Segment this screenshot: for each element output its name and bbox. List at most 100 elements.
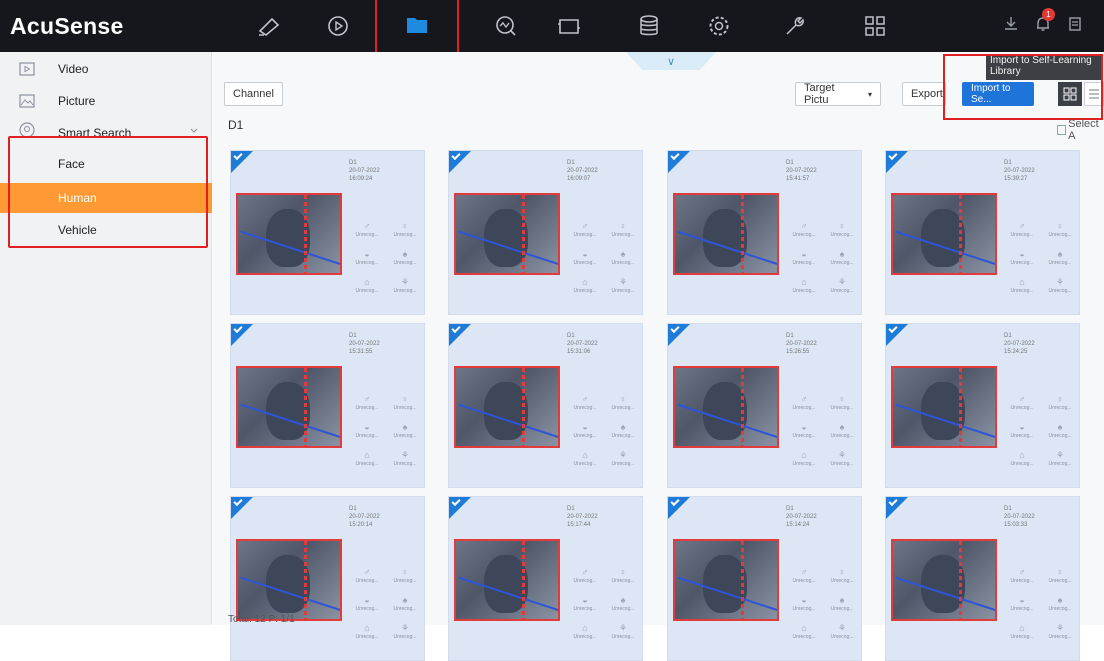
result-card[interactable]: D1 20-07-2022 15:20:14 ♂ Unrecog... ♀ Unrecog.…	[230, 496, 425, 661]
attribute-value: Unrecog...	[393, 634, 417, 640]
detection-boundary	[522, 195, 525, 273]
result-card[interactable]: D1 20-07-2022 15:03:33 ♂ Unrecog... ♀ Unrecog.…	[885, 496, 1080, 661]
attribute-icon: ◒	[364, 422, 370, 432]
card-attributes: ♂ Unrecog... ♀ Unrecog... ◒ Unrecog... ♠ Unreco…	[788, 394, 858, 478]
result-card[interactable]: D1 20-07-2022 15:24:25 ♂ Unrecog... ♀ Unrecog.…	[885, 323, 1080, 488]
human-thumbnail[interactable]	[891, 193, 997, 275]
attribute-value: Unrecog...	[611, 578, 635, 584]
result-card[interactable]: D1 20-07-2022 15:17:44 ♂ Unrecog... ♀ Unrecog.…	[448, 496, 643, 661]
selected-check-icon[interactable]	[886, 151, 908, 173]
detection-boundary	[304, 195, 307, 273]
download-button[interactable]	[1002, 15, 1020, 38]
attribute: ◒ Unrecog...	[569, 249, 601, 277]
attribute: ♠ Unrecog...	[1044, 422, 1076, 450]
detection-boundary	[959, 195, 962, 273]
human-thumbnail[interactable]	[236, 366, 342, 448]
attribute-value: Unrecog...	[573, 461, 597, 467]
attribute-value: Unrecog...	[1010, 260, 1034, 266]
attribute-value: Unrecog...	[1010, 461, 1034, 467]
result-card[interactable]: D1 20-07-2022 15:14:24 ♂ Unrecog... ♀ Unrecog.…	[667, 496, 862, 661]
card-date: 20-07-2022	[1004, 168, 1035, 174]
human-thumbnail[interactable]	[236, 539, 342, 621]
attribute-value: Unrecog...	[355, 433, 379, 439]
attribute: ⚘ Unrecog...	[607, 450, 639, 478]
sidebar-item-label: Vehicle	[58, 223, 97, 237]
attribute-value: Unrecog...	[1010, 634, 1034, 640]
account-button[interactable]	[1066, 15, 1084, 38]
human-thumbnail[interactable]	[891, 366, 997, 448]
sidebar-subitem-vehicle[interactable]: Vehicle	[0, 215, 212, 245]
result-card[interactable]: D1 20-07-2022 15:31:55 ♂ Unrecog... ♀ Unrecog.…	[230, 323, 425, 488]
nav-more[interactable]	[846, 0, 904, 52]
result-card[interactable]: D1 20-07-2022 15:41:57 ♂ Unrecog... ♀ Unrecog.…	[667, 150, 862, 315]
import-to-self-learning-button[interactable]: Import to Se...	[962, 82, 1034, 106]
selected-check-icon[interactable]	[231, 324, 253, 346]
attribute-value: Unrecog...	[1010, 578, 1034, 584]
selected-check-icon[interactable]	[449, 151, 471, 173]
attribute-row: ⌂ Unrecog... ⚘ Unrecog...	[1006, 450, 1076, 478]
human-thumbnail[interactable]	[454, 539, 560, 621]
selected-check-icon[interactable]	[668, 324, 690, 346]
select-all-checkbox[interactable]: Select A	[1057, 118, 1104, 142]
human-thumbnail[interactable]	[454, 366, 560, 448]
attribute-value: Unrecog...	[1048, 433, 1072, 439]
attribute-icon: ♀	[1056, 567, 1064, 577]
sidebar-subitem-face[interactable]: Face	[0, 149, 212, 179]
attribute-icon: ♀	[401, 221, 409, 231]
attribute-row: ⌂ Unrecog... ⚘ Unrecog...	[788, 277, 858, 305]
selected-check-icon[interactable]	[886, 324, 908, 346]
result-card[interactable]: D1 20-07-2022 15:39:27 ♂ Unrecog... ♀ Unrecog.…	[885, 150, 1080, 315]
human-thumbnail[interactable]	[673, 366, 779, 448]
nav-smart-analysis[interactable]	[477, 0, 535, 52]
attribute-icon: ◒	[364, 249, 370, 259]
nav-configuration[interactable]	[690, 0, 748, 52]
sidebar-subitem-human[interactable]: Human	[0, 183, 212, 213]
attribute: ⌂ Unrecog...	[1006, 277, 1038, 305]
attribute-icon: ⌂	[364, 277, 370, 287]
attribute: ⚘ Unrecog...	[607, 623, 639, 651]
export-button[interactable]: Export	[902, 82, 946, 106]
video-icon	[19, 62, 35, 76]
card-channel: D1	[349, 333, 357, 339]
notification-button[interactable]: 1	[1034, 7, 1055, 38]
sidebar-item-picture[interactable]: Picture	[0, 86, 212, 116]
detection-boundary	[304, 368, 307, 446]
nav-maintenance[interactable]	[766, 0, 824, 52]
nav-display[interactable]	[540, 0, 598, 52]
attribute: ⌂ Unrecog...	[569, 450, 601, 478]
card-time: 16:09:24	[349, 176, 373, 182]
channel-button[interactable]: Channel	[224, 82, 283, 106]
selected-check-icon[interactable]	[668, 497, 690, 519]
result-card[interactable]: D1 20-07-2022 16:09:24 ♂ Unrecog... ♀ Unrecog.…	[230, 150, 425, 315]
attribute-icon: ◒	[364, 595, 370, 605]
human-thumbnail[interactable]	[673, 193, 779, 275]
result-card[interactable]: D1 20-07-2022 15:31:06 ♂ Unrecog... ♀ Unrecog.…	[448, 323, 643, 488]
human-thumbnail[interactable]	[236, 193, 342, 275]
attribute-icon: ⚘	[1055, 450, 1065, 460]
card-date: 20-07-2022	[567, 514, 598, 520]
collapse-toggle[interactable]: ∨	[626, 52, 716, 70]
human-thumbnail[interactable]	[891, 539, 997, 621]
attribute-row: ♂ Unrecog... ♀ Unrecog...	[788, 394, 858, 422]
grid-view-button[interactable]	[1058, 82, 1082, 106]
list-view-button[interactable]	[1084, 82, 1104, 106]
nav-playback[interactable]	[309, 0, 367, 52]
target-picture-dropdown[interactable]: Target Pictu ▾	[795, 82, 881, 106]
human-thumbnail[interactable]	[454, 193, 560, 275]
sidebar-item-video[interactable]: Video	[0, 54, 212, 84]
sidebar-item-smart-search[interactable]: Smart Search	[0, 118, 212, 142]
selected-check-icon[interactable]	[449, 497, 471, 519]
result-card[interactable]: D1 20-07-2022 15:26:55 ♂ Unrecog... ♀ Unrecog.…	[667, 323, 862, 488]
attribute: ♠ Unrecog...	[389, 422, 421, 450]
nav-storage[interactable]	[620, 0, 678, 52]
selected-check-icon[interactable]	[449, 324, 471, 346]
selected-check-icon[interactable]	[231, 497, 253, 519]
result-card[interactable]: D1 20-07-2022 16:09:07 ♂ Unrecog... ♀ Unrecog.…	[448, 150, 643, 315]
nav-live-view[interactable]	[240, 0, 298, 52]
attribute: ◒ Unrecog...	[1006, 595, 1038, 623]
selected-check-icon[interactable]	[231, 151, 253, 173]
sidebar-item-label: Face	[58, 157, 85, 171]
selected-check-icon[interactable]	[886, 497, 908, 519]
selected-check-icon[interactable]	[668, 151, 690, 173]
human-thumbnail[interactable]	[673, 539, 779, 621]
